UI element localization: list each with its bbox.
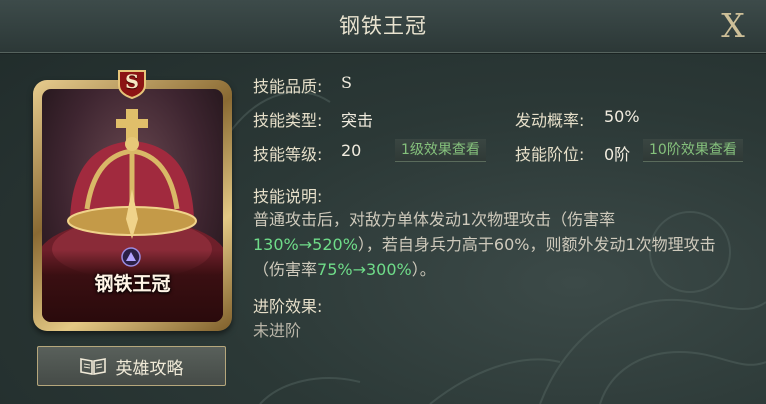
chance-value: 50%	[604, 107, 640, 126]
desc-highlight-1: 130%→520%	[253, 235, 358, 254]
hero-guide-label: 英雄攻略	[115, 358, 184, 379]
advance-label: 进阶效果:	[253, 297, 323, 316]
quality-value: S	[341, 73, 352, 92]
tier-effect-link[interactable]: 10阶效果查看	[643, 139, 743, 162]
level-effect-link[interactable]: 1级效果查看	[395, 139, 486, 162]
tier-label: 技能阶位:	[515, 145, 585, 164]
desc-text-3: ）。	[411, 260, 436, 279]
card-frame: 钢铁王冠	[33, 80, 232, 331]
desc-text-1: 普通攻击后，对敌方单体发动1次物理攻击（伤害率	[253, 210, 616, 229]
troop-type-icon	[121, 247, 141, 267]
grade-badge: S	[116, 69, 148, 100]
type-label: 技能类型:	[253, 111, 323, 130]
chance-label: 发动概率:	[515, 111, 585, 130]
quality-label: 技能品质:	[253, 77, 323, 96]
level-value: 20	[341, 141, 362, 160]
advance-value: 未进阶	[253, 321, 302, 340]
card-name: 钢铁王冠	[94, 273, 171, 295]
level-label: 技能等级:	[253, 145, 323, 164]
desc-highlight-2: 75%→300%	[317, 260, 412, 279]
dialog-title: 钢铁王冠	[339, 14, 427, 38]
card-art: 钢铁王冠	[42, 89, 223, 322]
description-label: 技能说明:	[253, 187, 323, 206]
type-value: 突击	[341, 111, 374, 130]
skill-description: 普通攻击后，对敌方单体发动1次物理攻击（伤害率130%→520%），若自身兵力高…	[253, 207, 733, 282]
skill-detail-dialog: 钢铁王冠 X 钢铁王冠 S 英雄攻略 技能品质: S 技能类型: 突击 发动概率…	[0, 0, 766, 404]
grade-badge-text: S	[125, 71, 139, 93]
hero-guide-button[interactable]: 英雄攻略	[37, 346, 226, 386]
skill-card: 钢铁王冠 S	[33, 69, 232, 331]
tier-value: 0阶	[604, 145, 631, 164]
close-button[interactable]: X	[716, 8, 750, 42]
book-icon	[79, 358, 106, 375]
